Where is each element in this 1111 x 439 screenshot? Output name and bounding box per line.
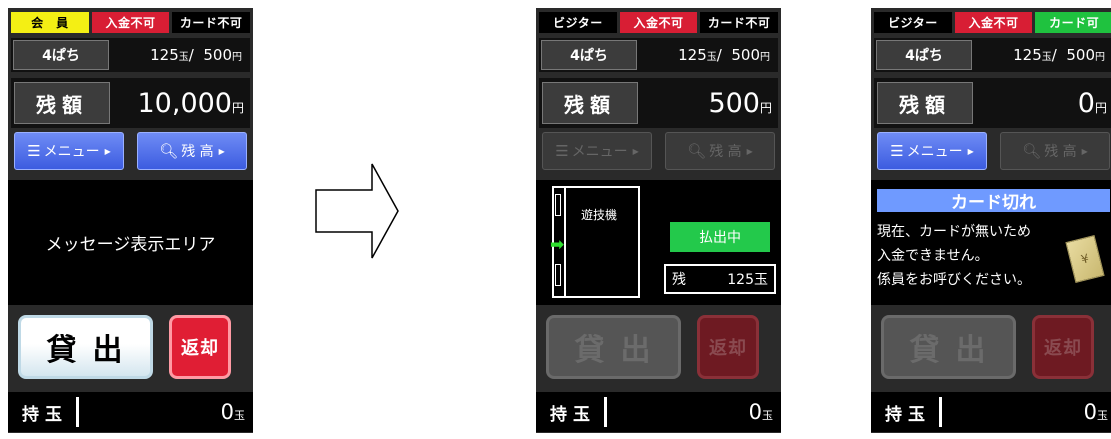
chevron-right-icon: ▶ — [632, 146, 639, 156]
machine-label: 遊技機 — [581, 208, 618, 222]
holding-value: 0玉 — [220, 400, 245, 424]
balance-label: 残額 — [14, 82, 110, 124]
menu-button[interactable]: ☰ メニュー ▶ — [542, 132, 652, 170]
message-area: メッセージ表示エリア — [8, 180, 253, 305]
hamburger-icon: ☰ — [27, 142, 41, 160]
balance-inquiry-button[interactable]: 🔍︎ 残 高 ▶ — [665, 132, 775, 170]
rate-value: 125玉/ 500円 — [150, 46, 242, 64]
terminal-screen-card-out: ビジター 入金不可 カード可 4ぱち 125玉/ 500円 残額 0円 ☰ メニ… — [871, 8, 1111, 433]
holding-value: 0玉 — [1083, 400, 1108, 424]
menu-row: ☰ メニュー ▶ 🔍︎ 残 高 ▶ — [14, 132, 247, 172]
holding-balls-row: 持玉 0玉 — [871, 392, 1111, 432]
holding-balls-row: 持玉 0玉 — [536, 392, 781, 432]
return-button[interactable]: 返却 — [697, 315, 759, 379]
card-status-badge: カード可 — [1035, 12, 1111, 33]
balance-row: 残額 10,000円 — [11, 78, 250, 128]
menu-button[interactable]: ☰ メニュー ▶ — [14, 132, 124, 170]
rate-row: 4ぱち 125玉/ 500円 — [11, 38, 250, 72]
balance-label: 残額 — [877, 82, 973, 124]
lend-button[interactable]: 貸出 — [881, 315, 1016, 379]
right-arrow-icon — [315, 163, 399, 259]
message-placeholder: メッセージ表示エリア — [45, 235, 216, 255]
deposit-status-badge: 入金不可 — [954, 12, 1033, 33]
card-status-badge: カード不可 — [700, 12, 779, 33]
holding-balls-row: 持玉 0玉 — [8, 392, 253, 432]
balance-label: 残額 — [542, 82, 638, 124]
balance-inquiry-label: 残 高 — [709, 144, 742, 160]
card-status-badge: カード不可 — [172, 12, 251, 33]
remaining-balls: 残 125玉 — [664, 264, 776, 294]
menu-button-label: メニュー — [571, 144, 628, 160]
message-line: 係員をお呼びください。 — [877, 272, 1031, 288]
magnifier-icon: 🔍︎ — [1022, 142, 1042, 160]
remaining-value: 125玉 — [727, 272, 768, 288]
rate-row: 4ぱち 125玉/ 500円 — [539, 38, 778, 72]
magnifier-icon: 🔍︎ — [687, 142, 707, 160]
green-arrow-icon: ➡ — [550, 235, 565, 255]
rate-value: 125玉/ 500円 — [1013, 46, 1105, 64]
action-row: 貸出 返却 — [8, 311, 253, 391]
remaining-label: 残 — [672, 272, 686, 288]
lend-button[interactable]: 貸出 — [546, 315, 681, 379]
machine-graphic: ➡ 遊技機 — [550, 186, 640, 298]
message-line: 入金できません。 — [877, 248, 989, 264]
chevron-right-icon: ▶ — [104, 146, 111, 156]
balance-inquiry-label: 残 高 — [1044, 144, 1077, 160]
terminal-screen-payout: ビジター 入金不可 カード不可 4ぱち 125玉/ 500円 残額 500円 ☰… — [536, 8, 781, 433]
deposit-status-badge: 入金不可 — [619, 12, 698, 33]
terminal-screen-member: 会 員 入金不可 カード不可 4ぱち 125玉/ 500円 残額 10,000円… — [8, 8, 253, 433]
status-bar: 会 員 入金不可 カード不可 — [11, 12, 251, 33]
card-out-title: カード切れ — [877, 189, 1110, 213]
rate-name: 4ぱち — [13, 40, 109, 70]
machine-door — [564, 188, 566, 296]
rate-value: 125玉/ 500円 — [678, 46, 770, 64]
balance-inquiry-label: 残 高 — [181, 144, 214, 160]
magnifier-icon: 🔍︎ — [159, 142, 179, 160]
menu-button[interactable]: ☰ メニュー ▶ — [877, 132, 987, 170]
balance-inquiry-button[interactable]: 🔍︎ 残 高 ▶ — [1000, 132, 1110, 170]
menu-button-label: メニュー — [906, 144, 963, 160]
message-area: カード切れ 現在、カードが無いため 入金できません。 係員をお呼びください。 ¥ — [871, 180, 1111, 305]
member-type-badge: ビジター — [539, 12, 617, 33]
rate-name: 4ぱち — [876, 40, 972, 70]
chevron-right-icon: ▶ — [218, 146, 225, 156]
payout-status: 払出中 — [670, 222, 770, 252]
chevron-right-icon: ▶ — [1081, 146, 1088, 156]
balance-value: 10,000円 — [137, 87, 245, 119]
balance-row: 残額 500円 — [539, 78, 778, 128]
card-out-message: 現在、カードが無いため 入金できません。 係員をお呼びください。 — [877, 220, 1031, 292]
machine-slot — [555, 194, 561, 216]
status-bar: ビジター 入金不可 カード不可 — [539, 12, 779, 33]
message-line: 現在、カードが無いため — [877, 224, 1031, 240]
holding-label: 持玉 — [550, 404, 596, 425]
action-row: 貸出 返却 — [536, 311, 781, 391]
balance-inquiry-button[interactable]: 🔍︎ 残 高 ▶ — [137, 132, 247, 170]
chevron-right-icon: ▶ — [967, 146, 974, 156]
chevron-right-icon: ▶ — [746, 146, 753, 156]
return-button[interactable]: 返却 — [1032, 315, 1094, 379]
holding-label: 持玉 — [885, 404, 931, 425]
lend-button[interactable]: 貸出 — [18, 315, 153, 379]
menu-button-label: メニュー — [43, 144, 100, 160]
message-area: ➡ 遊技機 払出中 残 125玉 — [536, 180, 781, 305]
balance-row: 残額 0円 — [874, 78, 1111, 128]
holding-value: 0玉 — [748, 400, 773, 424]
return-button[interactable]: 返却 — [169, 315, 231, 379]
hamburger-icon: ☰ — [555, 142, 569, 160]
deposit-status-badge: 入金不可 — [91, 12, 170, 33]
machine-slot — [555, 264, 561, 286]
status-bar: ビジター 入金不可 カード可 — [874, 12, 1111, 33]
menu-row: ☰ メニュー ▶ 🔍︎ 残 高 ▶ — [877, 132, 1110, 172]
hamburger-icon: ☰ — [890, 142, 904, 160]
rate-row: 4ぱち 125玉/ 500円 — [874, 38, 1111, 72]
balance-value: 500円 — [708, 87, 772, 119]
action-row: 貸出 返却 — [871, 311, 1111, 391]
balance-value: 0円 — [1077, 87, 1107, 119]
menu-row: ☰ メニュー ▶ 🔍︎ 残 高 ▶ — [542, 132, 775, 172]
holding-label: 持玉 — [22, 404, 68, 425]
member-type-badge: 会 員 — [11, 12, 89, 33]
member-type-badge: ビジター — [874, 12, 952, 33]
rate-name: 4ぱち — [541, 40, 637, 70]
yen-card-icon: ¥ — [1065, 234, 1105, 284]
